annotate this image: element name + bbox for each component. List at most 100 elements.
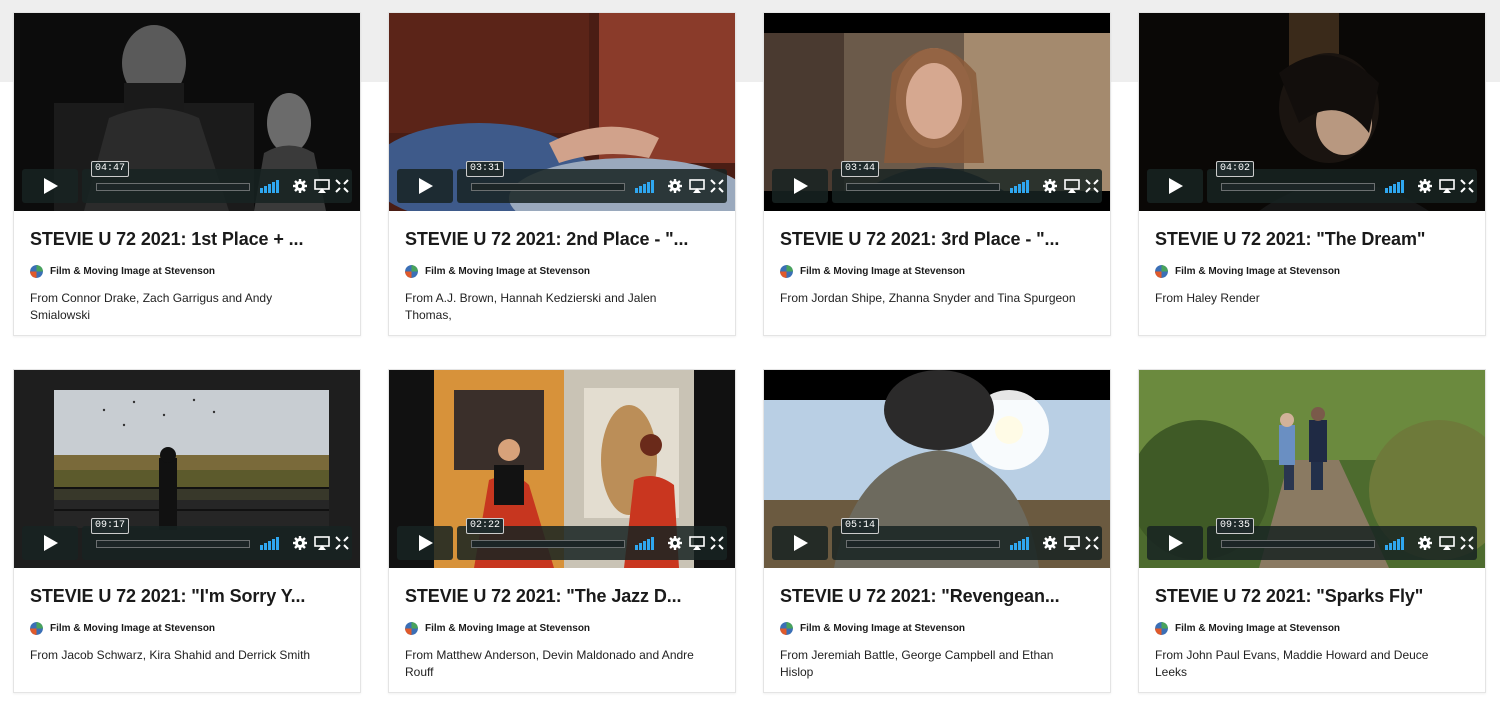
volume-icon[interactable] [1385,179,1407,193]
channel-name[interactable]: Film & Moving Image at Stevenson [425,623,590,634]
settings-gear-icon[interactable] [1042,178,1058,194]
control-bar: 09:17 [82,518,352,560]
volume-icon[interactable] [1010,179,1032,193]
play-button[interactable] [772,169,828,203]
airplay-icon[interactable] [689,535,705,551]
video-card[interactable]: 04:47 STEVIE U 72 2021: 1st Place + ... … [13,12,361,336]
channel-name[interactable]: Film & Moving Image at Stevenson [800,266,965,277]
video-title[interactable]: STEVIE U 72 2021: 2nd Place - "... [405,229,723,250]
airplay-icon[interactable] [1064,178,1080,194]
video-description: From Jeremiah Battle, George Campbell an… [780,648,1054,679]
progress-track[interactable] [1221,540,1375,548]
fullscreen-icon[interactable] [1459,178,1475,194]
channel-name[interactable]: Film & Moving Image at Stevenson [1175,623,1340,634]
volume-icon[interactable] [260,536,282,550]
video-title[interactable]: STEVIE U 72 2021: 1st Place + ... [30,229,348,250]
settings-gear-icon[interactable] [667,178,683,194]
settings-gear-icon[interactable] [667,535,683,551]
fullscreen-icon[interactable] [709,535,725,551]
airplay-icon[interactable] [1439,535,1455,551]
video-card[interactable]: 03:31 STEVIE U 72 2021: 2nd Place - "...… [388,12,736,336]
video-title[interactable]: STEVIE U 72 2021: "Revengean... [780,586,1098,607]
channel-name[interactable]: Film & Moving Image at Stevenson [50,266,215,277]
video-description: From John Paul Evans, Maddie Howard and … [1155,648,1429,679]
volume-icon[interactable] [635,536,657,550]
progress-track[interactable] [846,183,1000,191]
settings-gear-icon[interactable] [1042,535,1058,551]
progress-track[interactable] [846,540,1000,548]
channel-avatar [1155,265,1168,278]
video-thumbnail[interactable]: 09:17 [14,370,360,568]
video-card[interactable]: 09:35 STEVIE U 72 2021: "Sparks Fly" Fil… [1138,369,1486,693]
video-grid: 04:47 STEVIE U 72 2021: 1st Place + ... … [0,0,1500,710]
volume-icon[interactable] [1010,536,1032,550]
channel-name[interactable]: Film & Moving Image at Stevenson [800,623,965,634]
video-card[interactable]: 03:44 STEVIE U 72 2021: 3rd Place - "...… [763,12,1111,336]
fullscreen-icon[interactable] [334,178,350,194]
duration-label: 05:14 [841,518,880,534]
airplay-icon[interactable] [314,178,330,194]
fullscreen-icon[interactable] [1084,535,1100,551]
duration-label: 03:44 [841,161,880,177]
video-title[interactable]: STEVIE U 72 2021: 3rd Place - "... [780,229,1098,250]
settings-gear-icon[interactable] [1417,535,1433,551]
channel-avatar [1155,622,1168,635]
video-thumbnail[interactable]: 03:44 [764,13,1110,211]
airplay-icon[interactable] [314,535,330,551]
play-button[interactable] [397,526,453,560]
play-button[interactable] [22,526,78,560]
fullscreen-icon[interactable] [1459,535,1475,551]
airplay-icon[interactable] [1064,535,1080,551]
volume-icon[interactable] [1385,536,1407,550]
video-title[interactable]: STEVIE U 72 2021: "I'm Sorry Y... [30,586,348,607]
duration-label: 04:47 [91,161,130,177]
video-thumbnail[interactable]: 03:31 [389,13,735,211]
progress-track[interactable] [471,183,625,191]
control-bar: 02:22 [457,518,727,560]
player-controls: 09:17 [22,518,352,560]
fullscreen-icon[interactable] [1084,178,1100,194]
airplay-icon[interactable] [689,178,705,194]
video-title[interactable]: STEVIE U 72 2021: "The Jazz D... [405,586,723,607]
video-description: From Connor Drake, Zach Garrigus and And… [30,291,273,322]
control-bar: 03:44 [832,161,1102,203]
video-title[interactable]: STEVIE U 72 2021: "Sparks Fly" [1155,586,1473,607]
volume-icon[interactable] [260,179,282,193]
settings-gear-icon[interactable] [292,178,308,194]
video-thumbnail[interactable]: 05:14 [764,370,1110,568]
settings-gear-icon[interactable] [292,535,308,551]
video-title[interactable]: STEVIE U 72 2021: "The Dream" [1155,229,1473,250]
progress-track[interactable] [1221,183,1375,191]
duration-label: 04:02 [1216,161,1255,177]
progress-track[interactable] [471,540,625,548]
control-bar: 09:35 [1207,518,1477,560]
video-card[interactable]: 04:02 STEVIE U 72 2021: "The Dream" Film… [1138,12,1486,336]
channel-name[interactable]: Film & Moving Image at Stevenson [50,623,215,634]
video-thumbnail[interactable]: 04:47 [14,13,360,211]
progress-track[interactable] [96,183,250,191]
video-thumbnail[interactable]: 02:22 [389,370,735,568]
video-thumbnail[interactable]: 04:02 [1139,13,1485,211]
video-thumbnail[interactable]: 09:35 [1139,370,1485,568]
video-description: From Matthew Anderson, Devin Maldonado a… [405,648,694,679]
video-card[interactable]: 05:14 STEVIE U 72 2021: "Revengean... Fi… [763,369,1111,693]
play-button[interactable] [397,169,453,203]
video-card[interactable]: 02:22 STEVIE U 72 2021: "The Jazz D... F… [388,369,736,693]
progress-track[interactable] [96,540,250,548]
control-bar: 03:31 [457,161,727,203]
play-button[interactable] [1147,526,1203,560]
channel-avatar [405,622,418,635]
fullscreen-icon[interactable] [334,535,350,551]
fullscreen-icon[interactable] [709,178,725,194]
airplay-icon[interactable] [1439,178,1455,194]
player-controls: 04:47 [22,161,352,203]
channel-name[interactable]: Film & Moving Image at Stevenson [425,266,590,277]
settings-gear-icon[interactable] [1417,178,1433,194]
channel-name[interactable]: Film & Moving Image at Stevenson [1175,266,1340,277]
video-card[interactable]: 09:17 STEVIE U 72 2021: "I'm Sorry Y... … [13,369,361,693]
volume-icon[interactable] [635,179,657,193]
play-button[interactable] [1147,169,1203,203]
play-button[interactable] [772,526,828,560]
player-controls: 05:14 [772,518,1102,560]
play-button[interactable] [22,169,78,203]
